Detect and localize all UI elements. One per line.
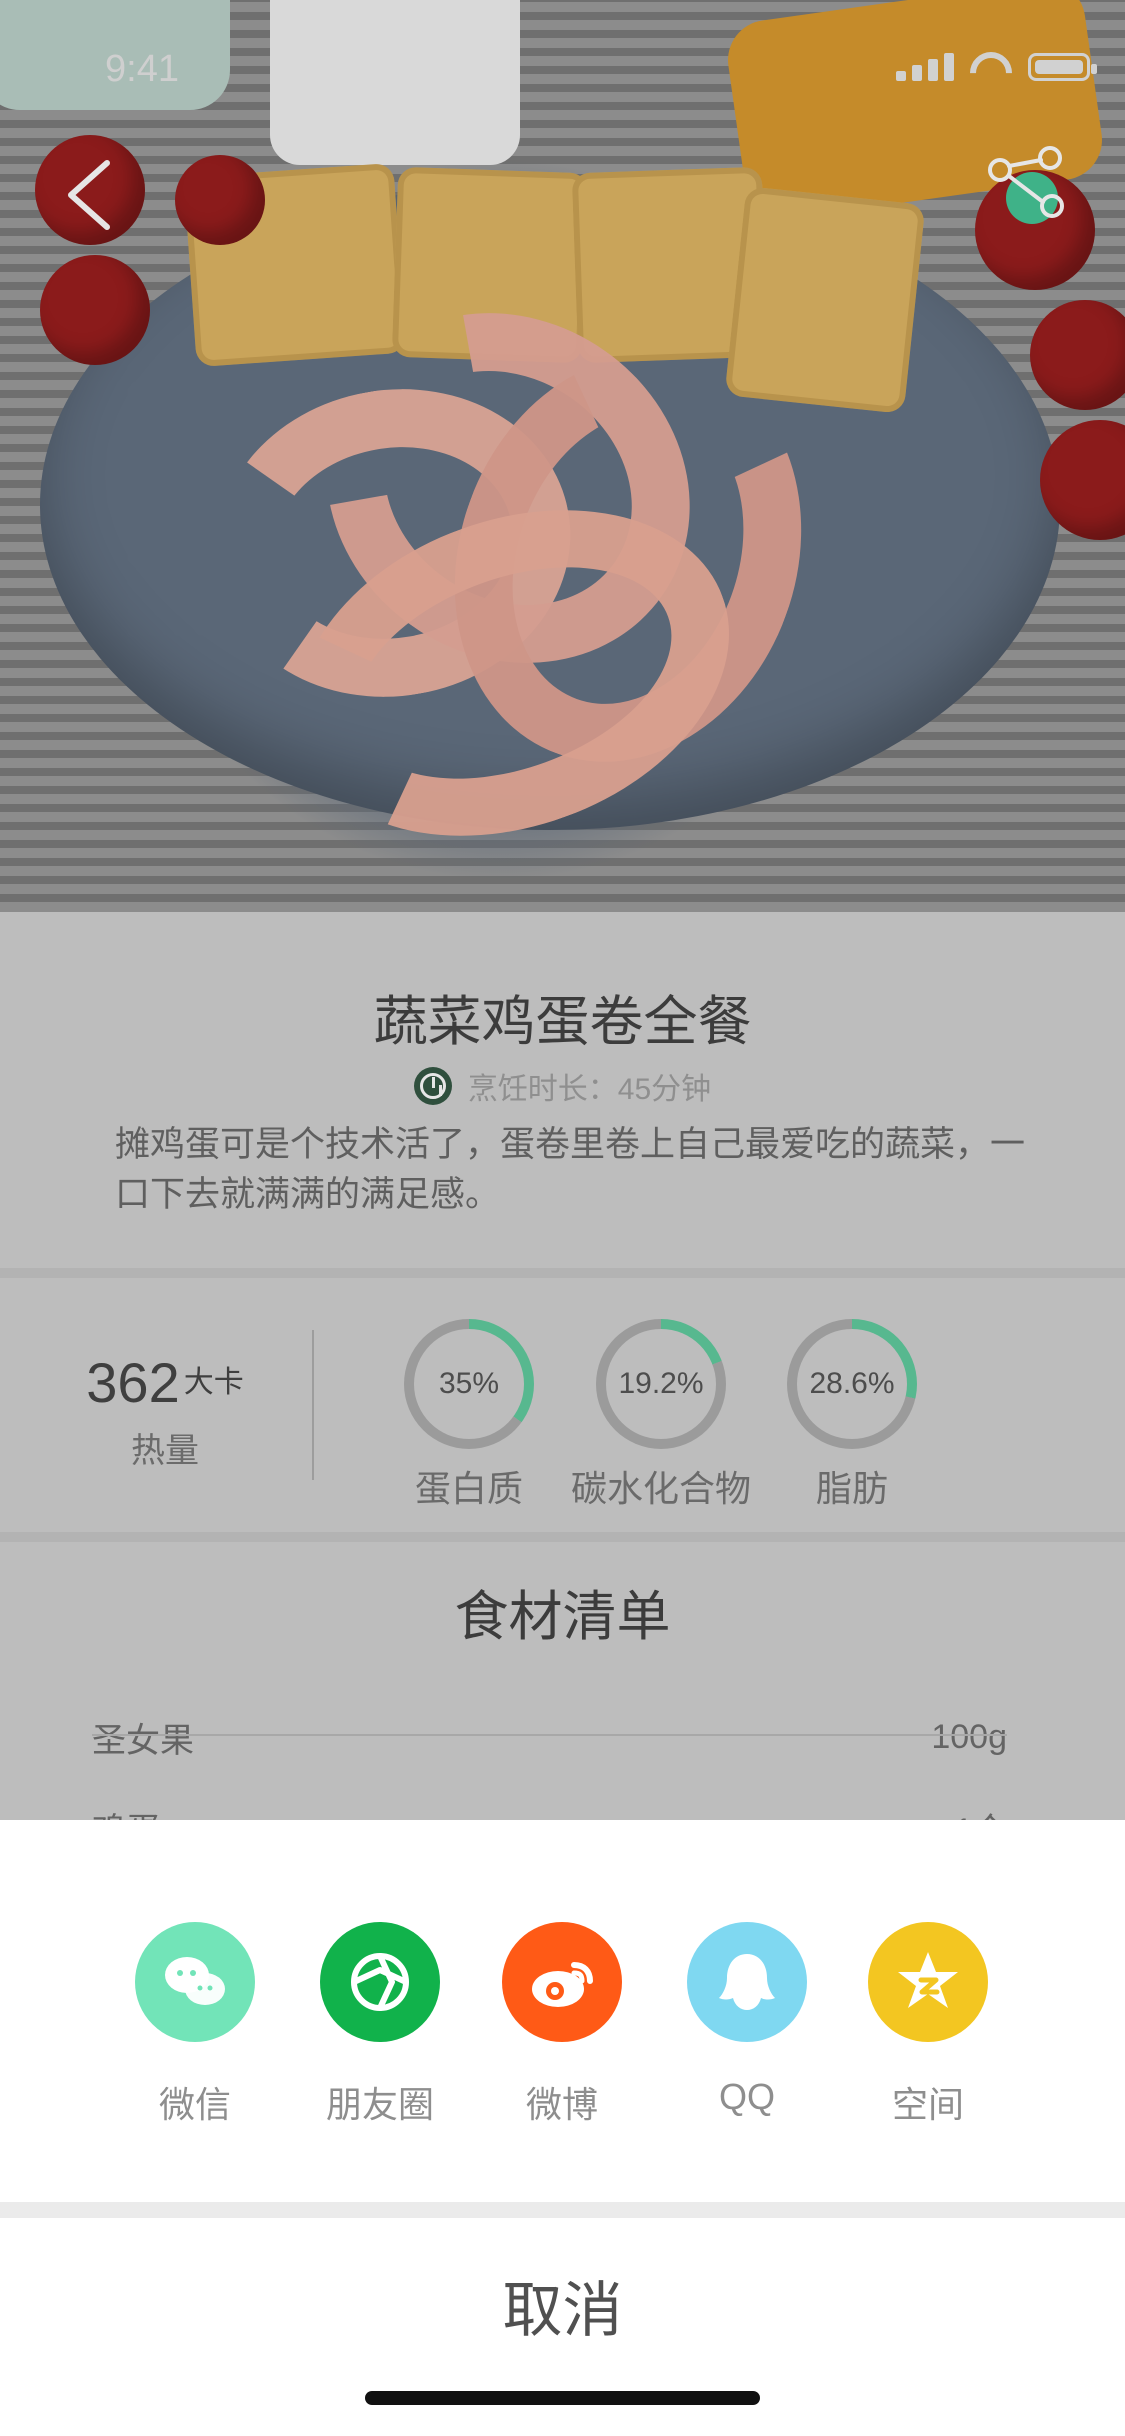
vertical-divider (312, 1330, 314, 1480)
recipe-content: 蔬菜鸡蛋卷全餐 烹饪时长：45分钟 摊鸡蛋可是个技术活了，蛋卷里卷上自己最爱吃的… (0, 912, 1125, 1850)
macro-ring-fat: 28.6% (787, 1319, 917, 1449)
chevron-left-icon (68, 160, 110, 230)
sheet-separator (0, 2202, 1125, 2218)
signal-icon (896, 53, 954, 81)
battery-icon (1028, 53, 1097, 81)
macro-value-fat: 28.6% (809, 1367, 895, 1400)
share-weibo[interactable]: 微博 (472, 1922, 652, 2128)
share-button[interactable] (980, 140, 1072, 232)
share-label: 空间 (891, 2084, 964, 2125)
share-wechat[interactable]: 微信 (105, 1922, 285, 2128)
recipe-detail-page: 9:41 蔬菜鸡蛋卷全餐 烹饪时长：45分钟 摊鸡蛋可是个技术活了，蛋卷里卷上自… (0, 0, 1125, 2436)
macro-ring-carbs: 19.2% (596, 1319, 726, 1449)
cook-time-text: 烹饪时长：45分钟 (467, 1073, 712, 1106)
milk-glass-photo-detail (270, 0, 520, 165)
hero-food-photo: 9:41 (0, 0, 1125, 912)
share-label: 微博 (525, 2084, 598, 2125)
tomato (1030, 300, 1125, 410)
ingredient-amount: 100g (931, 1717, 1007, 1756)
clock-icon (413, 1067, 452, 1105)
recipe-title: 蔬菜鸡蛋卷全餐 (373, 992, 752, 1052)
cancel-button[interactable]: 取消 (0, 2230, 1125, 2380)
recipe-description: 摊鸡蛋可是个技术活了，蛋卷里卷上自己最爱吃的蔬菜，一口下去就满满的满足感。 (115, 1125, 1026, 1214)
back-button[interactable] (55, 155, 125, 235)
status-icons (896, 52, 1097, 82)
calories-value: 362 (86, 1351, 180, 1414)
home-indicator[interactable] (365, 2391, 760, 2405)
macro-label-carbs: 碳水化合物 (570, 1468, 751, 1509)
share-qzone[interactable]: 空间 (838, 1922, 1018, 2128)
macro-label-fat: 脂肪 (815, 1468, 888, 1509)
macro-ring-protein: 35% (404, 1319, 534, 1449)
calories-unit: 大卡 (183, 1366, 244, 1399)
qq-icon (687, 1922, 807, 2042)
status-time: 9:41 (105, 48, 179, 90)
calories-block: 362 大卡 热量 (85, 1350, 245, 1472)
ingredient-row: 圣女果 100g (92, 1692, 1007, 1782)
egg-roll-piece (724, 186, 926, 414)
share-label: 朋友圈 (325, 2084, 434, 2125)
share-sheet: 微信 朋友圈 微博 QQ 空间 取消 (0, 1820, 1125, 2436)
macro-label-protein: 蛋白质 (414, 1468, 523, 1509)
tomato (40, 255, 150, 365)
wechat-icon (135, 1922, 255, 2042)
ingredient-name: 圣女果 (92, 1721, 194, 1760)
weibo-icon (502, 1922, 622, 2042)
macro-value-protein: 35% (438, 1367, 500, 1400)
macro-value-carbs: 19.2% (618, 1367, 704, 1400)
wifi-icon (970, 52, 1012, 82)
share-icon (988, 146, 1064, 224)
moments-icon (320, 1922, 440, 2042)
tomato (175, 155, 265, 245)
share-label: QQ (718, 2076, 775, 2117)
share-qq[interactable]: QQ (657, 1922, 837, 2118)
ingredients-title: 食材清单 (454, 1587, 671, 1647)
section-divider (0, 1532, 1125, 1542)
qzone-icon (868, 1922, 988, 2042)
section-divider (0, 1268, 1125, 1278)
share-label: 微信 (158, 2084, 231, 2125)
share-moments[interactable]: 朋友圈 (290, 1922, 470, 2128)
cook-time-row: 烹饪时长：45分钟 (0, 1064, 1125, 1108)
ingredient-divider (92, 1734, 1007, 1736)
calories-label: 热量 (131, 1432, 199, 1470)
